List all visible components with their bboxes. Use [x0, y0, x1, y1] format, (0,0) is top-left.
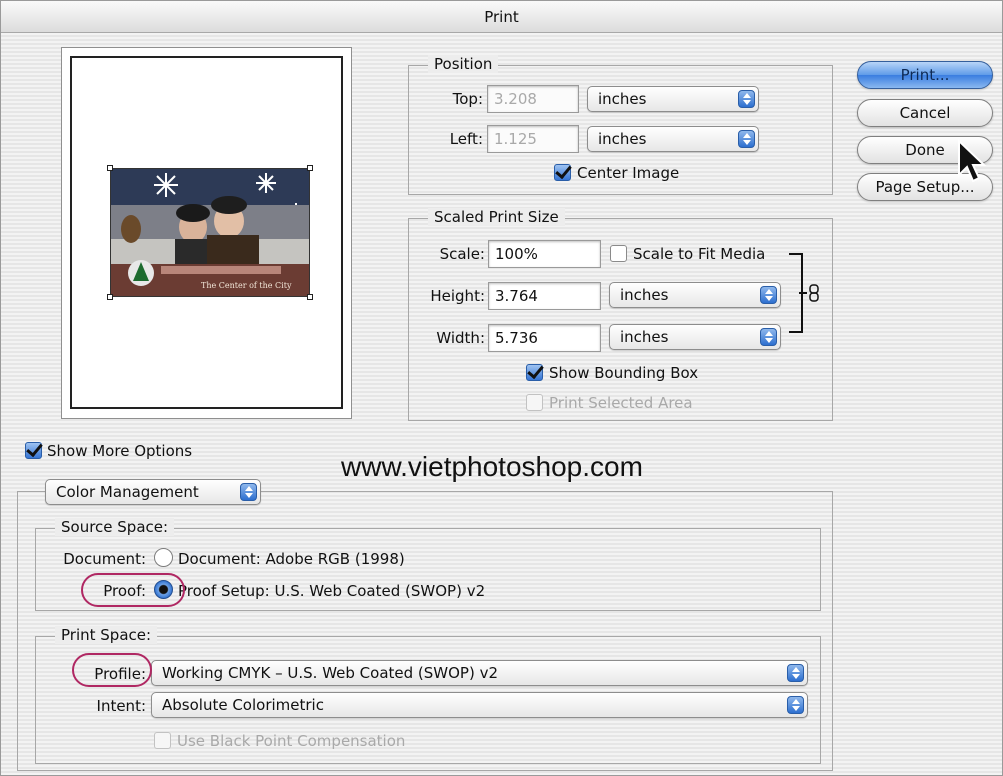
source-space-legend: Source Space: [55, 518, 175, 536]
proof-option-label: Proof Setup: U.S. Web Coated (SWOP) v2 [178, 582, 486, 600]
popup-arrows-icon [760, 328, 777, 346]
black-point-compensation-label: Use Black Point Compensation [177, 732, 406, 750]
cancel-button[interactable]: Cancel [857, 99, 993, 127]
intent-label: Intent: [96, 697, 146, 715]
profile-select[interactable]: Working CMYK – U.S. Web Coated (SWOP) v2 [151, 660, 808, 686]
popup-arrows-icon [787, 664, 804, 682]
bbox-handle[interactable] [107, 165, 113, 171]
top-units-select[interactable]: inches [587, 86, 759, 112]
scaled-print-size-legend: Scaled Print Size [428, 208, 565, 226]
bbox-handle[interactable] [307, 294, 313, 300]
popup-arrows-icon [738, 90, 755, 108]
width-label: Width: [436, 329, 485, 347]
width-field[interactable]: 5.736 [488, 324, 601, 352]
height-units-select[interactable]: inches [609, 282, 781, 308]
print-selected-area-label: Print Selected Area [549, 394, 693, 412]
show-bounding-box-label: Show Bounding Box [549, 364, 699, 382]
options-mode-value: Color Management [56, 483, 199, 501]
scale-field[interactable]: 100% [488, 240, 601, 268]
print-dialog: Print The Center of the City Position To… [0, 0, 1003, 776]
width-units-value: inches [620, 328, 669, 346]
link-icon [809, 284, 819, 306]
scale-to-fit-label: Scale to Fit Media [633, 245, 766, 263]
photo-illustration: The Center of the City [111, 169, 309, 296]
print-button[interactable]: Print... [857, 61, 993, 89]
bbox-handle[interactable] [307, 165, 313, 171]
height-label: Height: [430, 287, 485, 305]
top-field[interactable]: 3.208 [487, 85, 579, 113]
popup-arrows-icon [787, 696, 804, 714]
show-more-options-checkbox[interactable] [25, 442, 42, 459]
width-units-select[interactable]: inches [609, 324, 781, 350]
watermark-text: www.vietphotoshop.com [341, 451, 643, 482]
height-field[interactable]: 3.764 [488, 282, 601, 310]
snowflake-icon [154, 173, 178, 197]
popup-arrows-icon [760, 286, 777, 304]
center-image-label: Center Image [577, 164, 680, 182]
left-field[interactable]: 1.125 [487, 125, 579, 153]
profile-highlight-ring [72, 653, 152, 687]
black-point-compensation-checkbox[interactable] [154, 732, 171, 749]
mouse-pointer-icon [957, 138, 987, 187]
preview-image[interactable]: The Center of the City [110, 168, 310, 297]
popup-arrows-icon [738, 130, 755, 148]
intent-value: Absolute Colorimetric [162, 696, 324, 714]
left-units-value: inches [598, 130, 647, 148]
proof-highlight-ring [81, 573, 185, 607]
scale-label: Scale: [439, 245, 485, 263]
popup-arrows-icon [240, 483, 257, 501]
print-space-legend: Print Space: [55, 626, 158, 644]
top-units-value: inches [598, 90, 647, 108]
position-legend: Position [428, 55, 499, 73]
show-bounding-box-checkbox[interactable] [526, 364, 543, 381]
top-label: Top: [452, 90, 483, 108]
left-label: Left: [449, 130, 483, 148]
options-mode-select[interactable]: Color Management [45, 479, 261, 505]
left-units-select[interactable]: inches [587, 126, 759, 152]
preview-page: The Center of the City [70, 56, 343, 409]
document-label: Document: [63, 550, 146, 568]
scale-to-fit-checkbox[interactable] [610, 245, 627, 262]
print-preview: The Center of the City [61, 47, 352, 419]
intent-select[interactable]: Absolute Colorimetric [151, 692, 808, 718]
show-more-options-label: Show More Options [47, 442, 193, 460]
window-title: Print [1, 1, 1002, 33]
link-connector [799, 292, 807, 294]
document-option-label: Document: Adobe RGB (1998) [178, 550, 405, 568]
print-selected-area-checkbox[interactable] [526, 394, 543, 411]
document-radio[interactable] [154, 548, 173, 567]
profile-value: Working CMYK – U.S. Web Coated (SWOP) v2 [162, 664, 499, 682]
photo-caption: The Center of the City [201, 281, 292, 290]
height-units-value: inches [620, 286, 669, 304]
center-image-checkbox[interactable] [554, 164, 571, 181]
bbox-handle[interactable] [107, 294, 113, 300]
